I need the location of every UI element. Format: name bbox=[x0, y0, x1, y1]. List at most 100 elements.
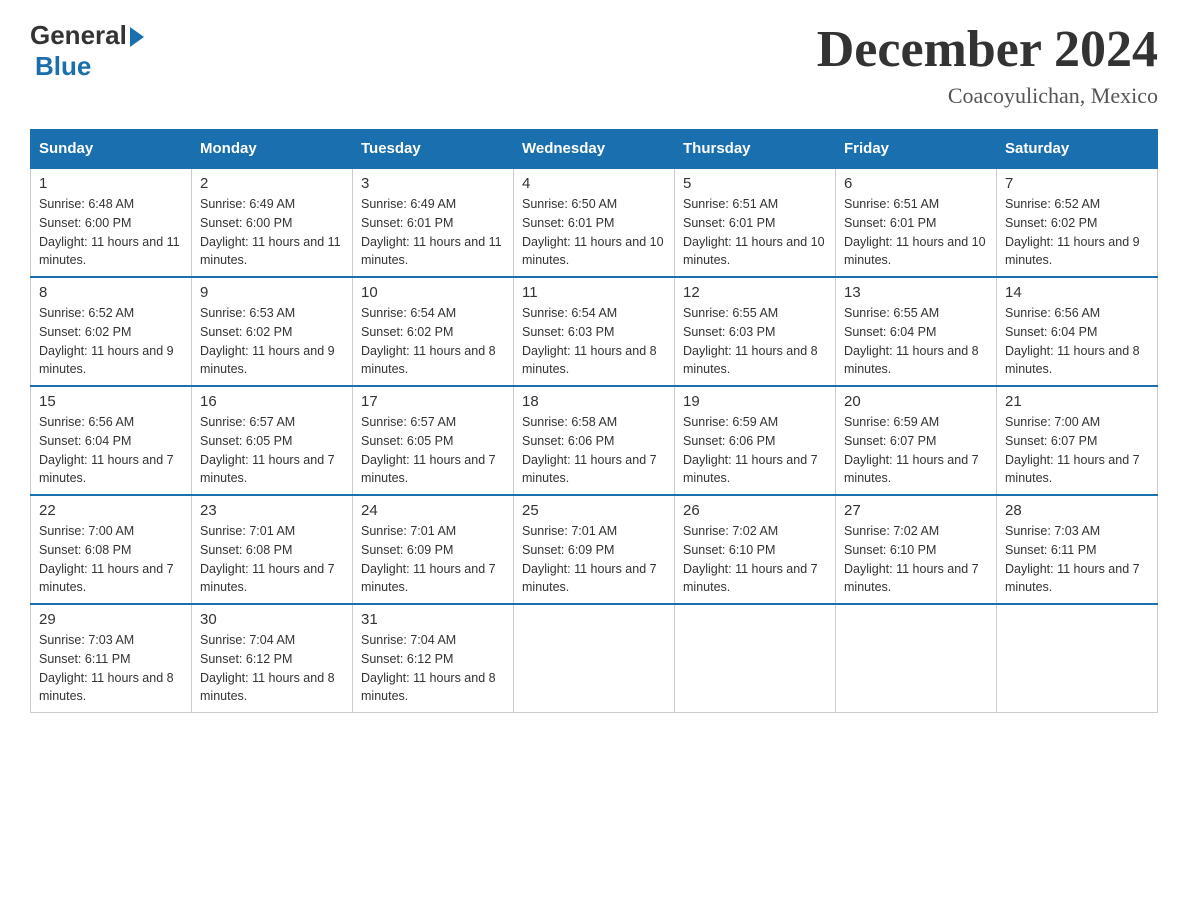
calendar-week-row: 1 Sunrise: 6:48 AMSunset: 6:00 PMDaylight… bbox=[31, 168, 1158, 277]
day-number: 2 bbox=[200, 175, 344, 192]
day-info: Sunrise: 6:56 AMSunset: 6:04 PMDaylight:… bbox=[39, 413, 183, 488]
calendar-header-row: SundayMondayTuesdayWednesdayThursdayFrid… bbox=[31, 130, 1158, 169]
day-info: Sunrise: 6:56 AMSunset: 6:04 PMDaylight:… bbox=[1005, 304, 1149, 379]
day-number: 27 bbox=[844, 502, 988, 519]
calendar-cell: 27 Sunrise: 7:02 AMSunset: 6:10 PMDayligh… bbox=[836, 495, 997, 604]
day-number: 1 bbox=[39, 175, 183, 192]
day-info: Sunrise: 6:55 AMSunset: 6:03 PMDaylight:… bbox=[683, 304, 827, 379]
calendar-cell: 21Sunrise: 7:00 AMSunset: 6:07 PMDayligh… bbox=[997, 386, 1158, 495]
calendar-cell: 3 Sunrise: 6:49 AMSunset: 6:01 PMDaylight… bbox=[353, 168, 514, 277]
calendar-week-row: 15 Sunrise: 6:56 AMSunset: 6:04 PMDayligh… bbox=[31, 386, 1158, 495]
day-number: 13 bbox=[844, 284, 988, 301]
calendar-cell bbox=[675, 604, 836, 713]
day-info: Sunrise: 7:02 AMSunset: 6:10 PMDaylight:… bbox=[683, 522, 827, 597]
page-header: General Blue December 2024 Coacoyulichan… bbox=[30, 20, 1158, 109]
logo-blue-text: Blue bbox=[35, 51, 91, 82]
column-header-sunday: Sunday bbox=[31, 130, 192, 169]
calendar-cell: 6 Sunrise: 6:51 AMSunset: 6:01 PMDaylight… bbox=[836, 168, 997, 277]
calendar-cell: 5Sunrise: 6:51 AMSunset: 6:01 PMDaylight… bbox=[675, 168, 836, 277]
calendar-cell: 4 Sunrise: 6:50 AMSunset: 6:01 PMDaylight… bbox=[514, 168, 675, 277]
day-info: Sunrise: 6:48 AMSunset: 6:00 PMDaylight:… bbox=[39, 195, 183, 270]
logo-arrow-icon bbox=[130, 27, 144, 47]
day-number: 17 bbox=[361, 393, 505, 410]
column-header-wednesday: Wednesday bbox=[514, 130, 675, 169]
calendar-cell bbox=[514, 604, 675, 713]
calendar-cell: 9Sunrise: 6:53 AMSunset: 6:02 PMDaylight… bbox=[192, 277, 353, 386]
calendar-cell: 8Sunrise: 6:52 AMSunset: 6:02 PMDaylight… bbox=[31, 277, 192, 386]
calendar-cell: 31Sunrise: 7:04 AMSunset: 6:12 PMDayligh… bbox=[353, 604, 514, 713]
calendar-cell: 25 Sunrise: 7:01 AMSunset: 6:09 PMDayligh… bbox=[514, 495, 675, 604]
calendar-cell: 24 Sunrise: 7:01 AMSunset: 6:09 PMDayligh… bbox=[353, 495, 514, 604]
column-header-friday: Friday bbox=[836, 130, 997, 169]
calendar-cell: 19Sunrise: 6:59 AMSunset: 6:06 PMDayligh… bbox=[675, 386, 836, 495]
calendar-table: SundayMondayTuesdayWednesdayThursdayFrid… bbox=[30, 129, 1158, 713]
day-info: Sunrise: 7:03 AMSunset: 6:11 PMDaylight:… bbox=[39, 631, 183, 706]
calendar-cell: 18Sunrise: 6:58 AMSunset: 6:06 PMDayligh… bbox=[514, 386, 675, 495]
calendar-cell: 16 Sunrise: 6:57 AMSunset: 6:05 PMDayligh… bbox=[192, 386, 353, 495]
day-info: Sunrise: 7:01 AMSunset: 6:09 PMDaylight:… bbox=[361, 522, 505, 597]
day-info: Sunrise: 6:54 AMSunset: 6:03 PMDaylight:… bbox=[522, 304, 666, 379]
day-number: 7 bbox=[1005, 175, 1149, 192]
calendar-cell: 14 Sunrise: 6:56 AMSunset: 6:04 PMDayligh… bbox=[997, 277, 1158, 386]
calendar-cell: 13 Sunrise: 6:55 AMSunset: 6:04 PMDayligh… bbox=[836, 277, 997, 386]
logo-general-text: General bbox=[30, 20, 127, 51]
calendar-week-row: 22 Sunrise: 7:00 AMSunset: 6:08 PMDayligh… bbox=[31, 495, 1158, 604]
day-number: 25 bbox=[522, 502, 666, 519]
day-number: 29 bbox=[39, 611, 183, 628]
day-info: Sunrise: 6:49 AMSunset: 6:01 PMDaylight:… bbox=[361, 195, 505, 270]
calendar-cell bbox=[997, 604, 1158, 713]
calendar-week-row: 8Sunrise: 6:52 AMSunset: 6:02 PMDaylight… bbox=[31, 277, 1158, 386]
day-info: Sunrise: 6:51 AMSunset: 6:01 PMDaylight:… bbox=[683, 195, 827, 270]
day-number: 28 bbox=[1005, 502, 1149, 519]
calendar-cell: 28 Sunrise: 7:03 AMSunset: 6:11 PMDayligh… bbox=[997, 495, 1158, 604]
day-info: Sunrise: 6:58 AMSunset: 6:06 PMDaylight:… bbox=[522, 413, 666, 488]
calendar-cell bbox=[836, 604, 997, 713]
day-number: 15 bbox=[39, 393, 183, 410]
calendar-cell: 22 Sunrise: 7:00 AMSunset: 6:08 PMDayligh… bbox=[31, 495, 192, 604]
day-info: Sunrise: 7:03 AMSunset: 6:11 PMDaylight:… bbox=[1005, 522, 1149, 597]
calendar-cell: 10 Sunrise: 6:54 AMSunset: 6:02 PMDayligh… bbox=[353, 277, 514, 386]
day-info: Sunrise: 7:04 AMSunset: 6:12 PMDaylight:… bbox=[361, 631, 505, 706]
day-info: Sunrise: 6:51 AMSunset: 6:01 PMDaylight:… bbox=[844, 195, 988, 270]
day-info: Sunrise: 6:52 AMSunset: 6:02 PMDaylight:… bbox=[1005, 195, 1149, 270]
day-info: Sunrise: 6:54 AMSunset: 6:02 PMDaylight:… bbox=[361, 304, 505, 379]
day-number: 9 bbox=[200, 284, 344, 301]
day-number: 4 bbox=[522, 175, 666, 192]
day-number: 22 bbox=[39, 502, 183, 519]
day-info: Sunrise: 7:00 AMSunset: 6:07 PMDaylight:… bbox=[1005, 413, 1149, 488]
day-info: Sunrise: 6:59 AMSunset: 6:06 PMDaylight:… bbox=[683, 413, 827, 488]
day-number: 10 bbox=[361, 284, 505, 301]
day-number: 16 bbox=[200, 393, 344, 410]
day-number: 6 bbox=[844, 175, 988, 192]
calendar-cell: 17 Sunrise: 6:57 AMSunset: 6:05 PMDayligh… bbox=[353, 386, 514, 495]
day-info: Sunrise: 7:02 AMSunset: 6:10 PMDaylight:… bbox=[844, 522, 988, 597]
calendar-cell: 7 Sunrise: 6:52 AMSunset: 6:02 PMDaylight… bbox=[997, 168, 1158, 277]
day-info: Sunrise: 6:55 AMSunset: 6:04 PMDaylight:… bbox=[844, 304, 988, 379]
day-number: 3 bbox=[361, 175, 505, 192]
day-info: Sunrise: 6:50 AMSunset: 6:01 PMDaylight:… bbox=[522, 195, 666, 270]
day-number: 24 bbox=[361, 502, 505, 519]
calendar-cell: 11Sunrise: 6:54 AMSunset: 6:03 PMDayligh… bbox=[514, 277, 675, 386]
calendar-cell: 26Sunrise: 7:02 AMSunset: 6:10 PMDayligh… bbox=[675, 495, 836, 604]
calendar-cell: 12Sunrise: 6:55 AMSunset: 6:03 PMDayligh… bbox=[675, 277, 836, 386]
calendar-cell: 29 Sunrise: 7:03 AMSunset: 6:11 PMDayligh… bbox=[31, 604, 192, 713]
calendar-week-row: 29 Sunrise: 7:03 AMSunset: 6:11 PMDayligh… bbox=[31, 604, 1158, 713]
location-subtitle: Coacoyulichan, Mexico bbox=[817, 83, 1158, 109]
day-info: Sunrise: 7:04 AMSunset: 6:12 PMDaylight:… bbox=[200, 631, 344, 706]
day-info: Sunrise: 6:49 AMSunset: 6:00 PMDaylight:… bbox=[200, 195, 344, 270]
title-block: December 2024 Coacoyulichan, Mexico bbox=[817, 20, 1158, 109]
day-number: 14 bbox=[1005, 284, 1149, 301]
day-info: Sunrise: 7:00 AMSunset: 6:08 PMDaylight:… bbox=[39, 522, 183, 597]
column-header-tuesday: Tuesday bbox=[353, 130, 514, 169]
day-info: Sunrise: 6:59 AMSunset: 6:07 PMDaylight:… bbox=[844, 413, 988, 488]
day-number: 30 bbox=[200, 611, 344, 628]
column-header-monday: Monday bbox=[192, 130, 353, 169]
day-number: 20 bbox=[844, 393, 988, 410]
main-title: December 2024 bbox=[817, 20, 1158, 79]
day-number: 8 bbox=[39, 284, 183, 301]
day-info: Sunrise: 6:57 AMSunset: 6:05 PMDaylight:… bbox=[200, 413, 344, 488]
day-info: Sunrise: 6:57 AMSunset: 6:05 PMDaylight:… bbox=[361, 413, 505, 488]
day-info: Sunrise: 7:01 AMSunset: 6:09 PMDaylight:… bbox=[522, 522, 666, 597]
calendar-cell: 15 Sunrise: 6:56 AMSunset: 6:04 PMDayligh… bbox=[31, 386, 192, 495]
calendar-cell: 30 Sunrise: 7:04 AMSunset: 6:12 PMDayligh… bbox=[192, 604, 353, 713]
